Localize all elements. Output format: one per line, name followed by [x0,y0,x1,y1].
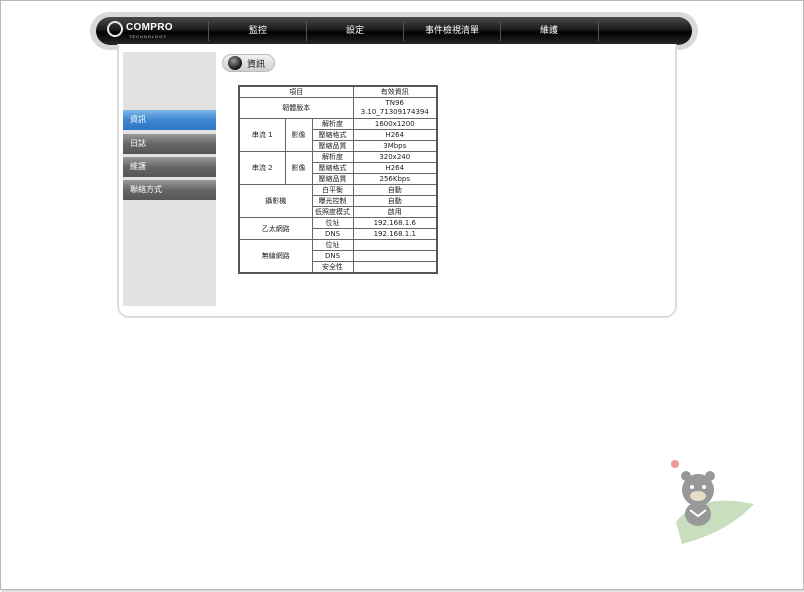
sidebar-item-maintenance[interactable]: 維護 [123,157,216,177]
wireless-label: 無線網路 [238,239,313,274]
firmware-label: 韌體版本 [238,97,354,119]
logo-ring-icon [107,21,123,37]
table-row: 串流 2 影像 解析度 320x240 [238,151,438,185]
nav-separator [306,21,307,41]
row-label: 壓縮格式 [311,162,354,174]
watermark-mascot-icon [671,460,754,544]
brand-sub: TECHNOLOGY [129,34,168,39]
table-row: 韌體版本 TN96 3.10_71309174394 [238,97,438,119]
firmware-value: TN96 3.10_71309174394 [352,97,438,119]
sidebar-item-log[interactable]: 日誌 [123,134,216,154]
header-value: 有效資訊 [352,85,438,98]
table-row: 乙太網路 位址 192.168.1.6 [238,217,438,240]
row-value [352,250,438,262]
row-label: 位址 [311,239,354,251]
stream1-group: 影像 [284,118,313,152]
row-label: 壓縮格式 [311,129,354,141]
row-value: 自動 [352,184,438,196]
stream2-group: 影像 [284,151,313,185]
row-value [352,239,438,251]
section-bullet-icon [228,56,242,70]
row-label: DNS [311,250,354,262]
row-value: 192.168.1.1 [352,228,438,240]
row-value: H264 [352,129,438,141]
row-value: 啟用 [352,206,438,218]
table-row: 攝影機 白平衡 自動 [238,184,438,218]
row-label: 位址 [311,217,354,229]
compro-logo[interactable]: COMPRO TECHNOLOGY [107,20,177,42]
nav-settings[interactable]: 設定 [308,17,402,45]
nav-maintenance[interactable]: 維護 [501,17,597,45]
firmware-model: TN96 [385,99,404,107]
table-row: 串流 1 影像 解析度 1600x1200 [238,118,438,152]
row-value: 320x240 [352,151,438,163]
nav-separator [208,21,209,41]
row-label: 曝光控制 [311,195,354,207]
stream1-label: 串流 1 [238,118,286,152]
row-value [352,261,438,274]
row-label: 壓縮品質 [311,140,354,152]
nav-separator [598,21,599,41]
row-value: 3Mbps [352,140,438,152]
nav-event-list[interactable]: 事件檢視清單 [404,17,500,45]
row-label: 解析度 [311,118,354,130]
firmware-version: 3.10_71309174394 [360,108,429,116]
ethernet-label: 乙太網路 [238,217,313,240]
row-value: 256Kbps [352,173,438,185]
table-row: 無線網路 位址 [238,239,438,274]
camera-label: 攝影機 [238,184,313,218]
stream2-label: 串流 2 [238,151,286,185]
header-item: 項目 [238,85,354,98]
row-value: 自動 [352,195,438,207]
row-label: 壓縮品質 [311,173,354,185]
row-value: 192.168.1.6 [352,217,438,229]
row-value: 1600x1200 [352,118,438,130]
row-label: 白平衡 [311,184,354,196]
sidebar-item-info[interactable]: 資訊 [123,110,216,130]
row-label: 解析度 [311,151,354,163]
info-table: 項目 有效資訊 韌體版本 TN96 3.10_71309174394 串流 1 … [238,85,438,274]
brand-name: COMPRO [126,22,173,33]
sidebar [123,52,216,306]
nav-monitor[interactable]: 監控 [210,17,306,45]
section-title: 資訊 [247,60,266,70]
table-row: 項目 有效資訊 [238,85,438,98]
row-label: DNS [311,228,354,240]
row-label: 安全性 [311,261,354,274]
row-value: H264 [352,162,438,174]
row-label: 低照度模式 [311,206,354,218]
sidebar-item-contact[interactable]: 聯絡方式 [123,180,216,200]
